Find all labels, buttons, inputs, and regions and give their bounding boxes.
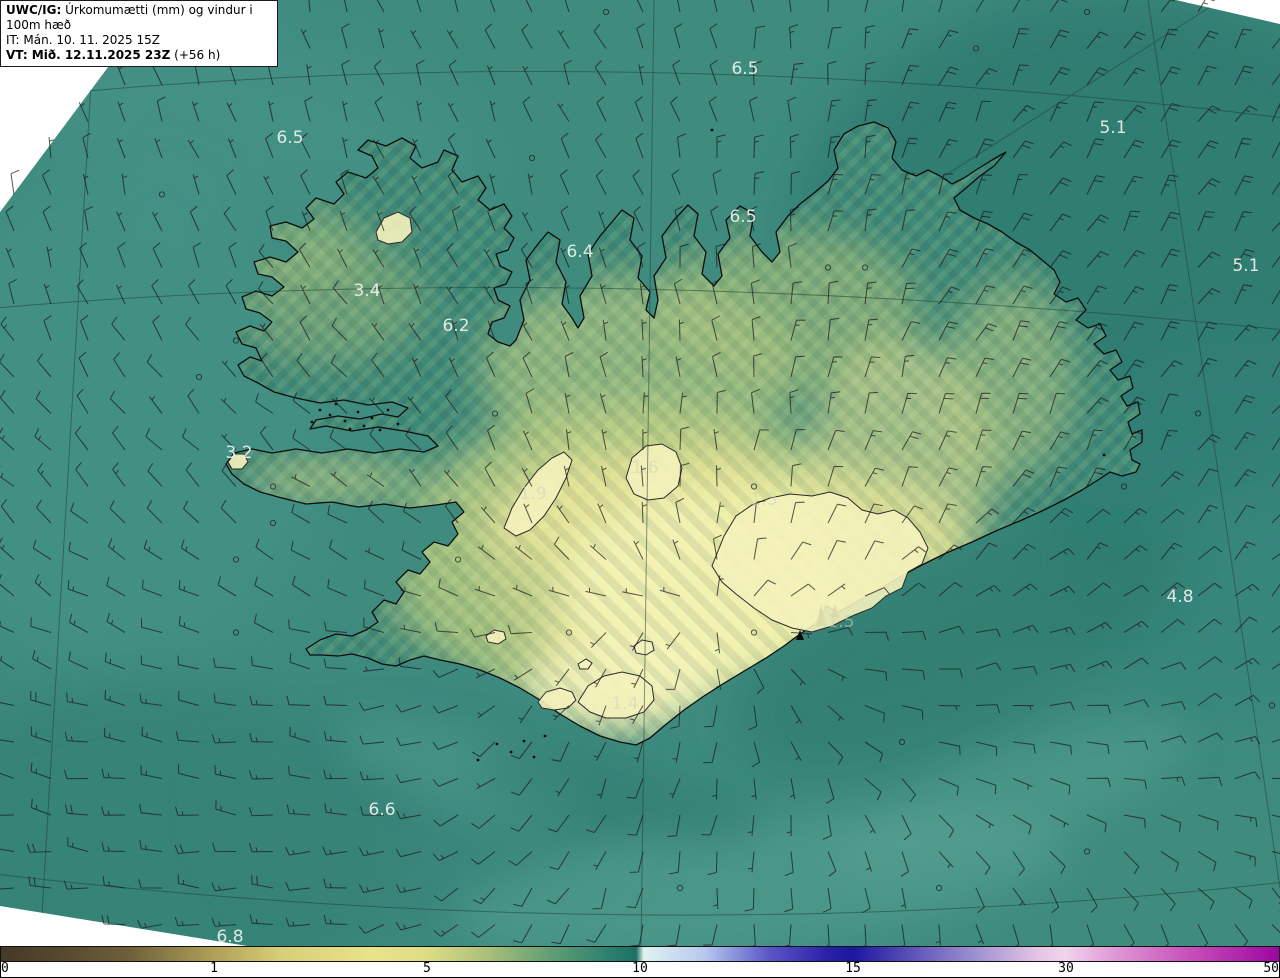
map-value-label: 1.9 <box>519 484 546 504</box>
island-dot <box>1102 453 1106 457</box>
map-value-label: 6.6 <box>368 800 395 820</box>
title-line-valid-time: VT: Mið. 12.11.2025 23Z (+56 h) <box>6 48 272 63</box>
island-dot <box>370 416 374 420</box>
colorbar-tick-labels: 0 1 5 10 15 30 50 <box>0 961 1280 978</box>
title-line-product: UWC/IG: Úrkomumætti (mm) og vindur i 100… <box>6 3 272 33</box>
colorbar-tick: 50 <box>1263 961 1279 976</box>
colorbar-tick: 0 <box>1 961 9 976</box>
island-dot <box>710 128 714 132</box>
map-value-label: 3.4 <box>353 281 380 301</box>
colorbar: 0 1 5 10 15 30 50 <box>0 946 1280 978</box>
island-dot <box>509 750 513 754</box>
map-value-label: 1.3 <box>750 490 777 510</box>
map-value-label: 6.4 <box>566 242 593 262</box>
island-dot <box>348 427 352 431</box>
island-dot <box>310 420 314 424</box>
product-id: UWC/IG: <box>6 3 62 17</box>
map-value-label: 6.2 <box>442 316 469 336</box>
colorbar-tick: 1 <box>210 961 218 976</box>
map-value-label: 6.8 <box>216 927 243 947</box>
island-dot <box>543 734 547 738</box>
island-dot <box>362 424 366 428</box>
colorbar-tick: 30 <box>1058 961 1074 976</box>
valid-time: VT: Mið. 12.11.2025 23Z <box>6 48 171 62</box>
island-dot <box>396 422 400 426</box>
colorbar-tick: 15 <box>845 961 861 976</box>
map-value-label: 6.5 <box>276 128 303 148</box>
weather-map-screenshot: 6.5 6.5 5.1 6.5 6.4 5.1 3.4 6.2 3.2 4.8 6.6 6.8 1.9 1… <box>0 0 1280 978</box>
island-dot <box>378 428 382 432</box>
map-value-label: 5.1 <box>1099 118 1126 138</box>
weather-map: 6.5 6.5 5.1 6.5 6.4 5.1 3.4 6.2 3.2 4.8 6.6 6.8 1.9 1… <box>0 0 1280 948</box>
island-dot <box>386 408 390 412</box>
island-dot <box>356 410 360 414</box>
lead-time: (+56 h) <box>174 48 221 62</box>
colorbar-tick: 5 <box>423 961 431 976</box>
map-value-label: 1.4 <box>611 694 638 714</box>
island-dot <box>495 742 499 746</box>
colorbar-gradient <box>0 946 1280 962</box>
map-value-label: 3.2 <box>225 443 252 463</box>
island-dot <box>328 413 332 417</box>
map-value-label: 6.5 <box>729 207 756 227</box>
island-dot <box>476 758 480 762</box>
island-dot <box>532 755 536 759</box>
map-value-label: 5.1 <box>1232 256 1259 276</box>
island-dot <box>522 739 526 743</box>
title-line-init-time: IT: Mán. 10. 11. 2025 15Z <box>6 33 160 47</box>
colorbar-tick: 10 <box>632 961 648 976</box>
map-value-label: 4.8 <box>1166 587 1193 607</box>
map-value-label: 1.5 <box>827 612 854 632</box>
island-dot <box>343 419 347 423</box>
island-dot <box>318 408 322 412</box>
map-value-label: 6.5 <box>731 59 758 79</box>
map-value-label: 1.6 <box>631 458 658 478</box>
title-box: UWC/IG: Úrkomumætti (mm) og vindur i 100… <box>0 0 278 67</box>
